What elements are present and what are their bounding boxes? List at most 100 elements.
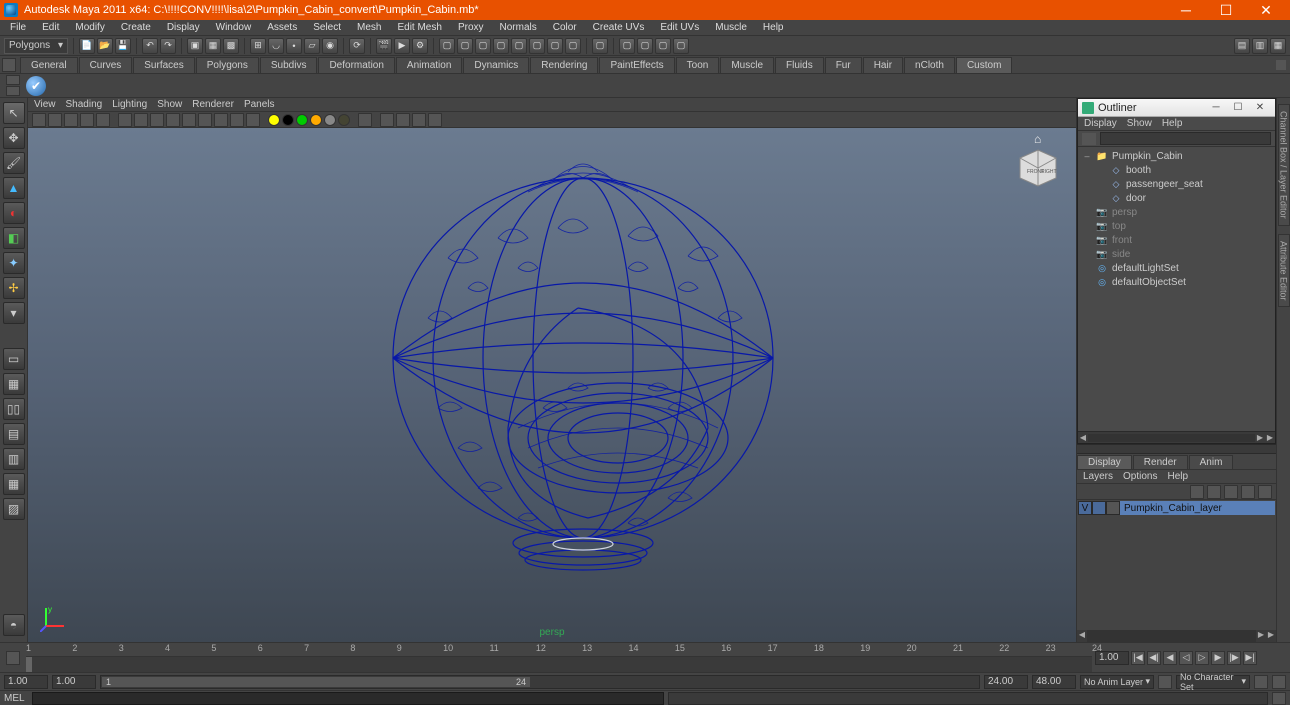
- layer-item-pumpkin_cabin_layer[interactable]: VPumpkin_Cabin_layer: [1078, 501, 1275, 515]
- vp-field-chart[interactable]: [182, 113, 196, 127]
- layer-new-empty-button[interactable]: [1224, 485, 1238, 499]
- hypershade-layout[interactable]: ▨: [3, 498, 25, 520]
- expand-icon[interactable]: –: [1082, 151, 1092, 161]
- vp-shadows[interactable]: [338, 114, 350, 126]
- layer-state-toggle[interactable]: [1092, 501, 1106, 515]
- mesh-wireframe[interactable]: [368, 148, 798, 598]
- outliner-maximize-button[interactable]: ☐: [1227, 101, 1249, 115]
- rotate-tool[interactable]: ◐: [3, 202, 25, 224]
- menu-display[interactable]: Display: [159, 21, 208, 34]
- vp-image-plane[interactable]: [80, 113, 94, 127]
- layer-menu-layers[interactable]: Layers: [1083, 471, 1113, 482]
- go-to-start-button[interactable]: |◀: [1131, 651, 1145, 665]
- layer-tab-anim[interactable]: Anim: [1189, 455, 1234, 469]
- shelf-tab-toon[interactable]: Toon: [676, 57, 720, 73]
- shelf-tab-polygons[interactable]: Polygons: [196, 57, 259, 73]
- vp-resolution-gate[interactable]: [150, 113, 164, 127]
- vp-renderer-toggle[interactable]: [412, 113, 426, 127]
- open-scene-button[interactable]: 📂: [97, 38, 113, 54]
- command-input[interactable]: [32, 692, 664, 705]
- panel-divider[interactable]: [1077, 444, 1276, 454]
- shelf-tab-down-button[interactable]: [6, 86, 20, 96]
- menu-muscle[interactable]: Muscle: [707, 21, 755, 34]
- undo-button[interactable]: ↶: [142, 38, 158, 54]
- play-back-button[interactable]: ◁: [1179, 651, 1193, 665]
- scroll-right-icon[interactable]: ▶: [1255, 433, 1265, 442]
- character-set-dropdown[interactable]: No Character Set▾: [1176, 675, 1250, 689]
- snap-plane-button[interactable]: ▱: [304, 38, 320, 54]
- scroll-left-icon[interactable]: ◀: [1077, 630, 1087, 642]
- outliner-node-pumpkin_cabin[interactable]: –📁Pumpkin_Cabin: [1078, 149, 1275, 163]
- new-scene-button[interactable]: 📄: [79, 38, 95, 54]
- construction-history-button[interactable]: ▢: [592, 38, 608, 54]
- layer-menu-options[interactable]: Options: [1123, 471, 1157, 482]
- save-scene-button[interactable]: 💾: [115, 38, 131, 54]
- go-to-end-button[interactable]: ▶|: [1243, 651, 1257, 665]
- layer-list[interactable]: VPumpkin_Cabin_layer: [1077, 500, 1276, 630]
- layer-visibility-toggle[interactable]: V: [1078, 501, 1092, 515]
- shelf-tab-dynamics[interactable]: Dynamics: [463, 57, 529, 73]
- menu-normals[interactable]: Normals: [492, 21, 545, 34]
- single-pane-layout[interactable]: ▭: [3, 348, 25, 370]
- input-mode-a-button[interactable]: ▢: [439, 38, 455, 54]
- outliner-node-front[interactable]: 📷front: [1078, 233, 1275, 247]
- four-pane-layout[interactable]: ▦: [3, 373, 25, 395]
- vp-light-flat[interactable]: [310, 114, 322, 126]
- snap-grid-button[interactable]: ⊞: [250, 38, 266, 54]
- render-globals-button[interactable]: ▢: [673, 38, 689, 54]
- vp-hq-toggle[interactable]: [428, 113, 442, 127]
- anim-layer-dropdown[interactable]: No Anim Layer▾: [1080, 675, 1154, 689]
- outliner-minimize-button[interactable]: ─: [1205, 101, 1227, 115]
- layer-menu-help[interactable]: Help: [1167, 471, 1188, 482]
- shelf-tab-animation[interactable]: Animation: [396, 57, 462, 73]
- outliner-search-input[interactable]: [1100, 132, 1271, 145]
- three-pane-layout[interactable]: ▥: [3, 448, 25, 470]
- outliner-persp-layout[interactable]: ▦: [3, 473, 25, 495]
- quick-render-button[interactable]: ▢: [619, 38, 635, 54]
- anim-layer-options-button[interactable]: [1158, 675, 1172, 689]
- vp-safe-action[interactable]: [198, 113, 212, 127]
- vp-light-selected[interactable]: [296, 114, 308, 126]
- step-back-key-button[interactable]: ◀|: [1147, 651, 1161, 665]
- menu-mesh[interactable]: Mesh: [349, 21, 389, 34]
- menu-help[interactable]: Help: [755, 21, 792, 34]
- channel-box-tab[interactable]: Channel Box / Layer Editor: [1278, 104, 1290, 226]
- snap-point-button[interactable]: •: [286, 38, 302, 54]
- shelf-tab-fur[interactable]: Fur: [825, 57, 862, 73]
- layer-delete-button[interactable]: [1258, 485, 1272, 499]
- scroll-right-icon[interactable]: ▶: [1256, 630, 1266, 642]
- outliner-node-defaultobjectset[interactable]: ◎defaultObjectSet: [1078, 275, 1275, 289]
- select-tool[interactable]: ↖: [3, 102, 25, 124]
- shelf-tab-custom[interactable]: Custom: [956, 57, 1012, 73]
- channel-box-toggle[interactable]: ▤: [1234, 38, 1250, 54]
- script-language-label[interactable]: MEL: [4, 693, 28, 704]
- shelf-menu-button[interactable]: [2, 58, 16, 72]
- shelf-tab-deformation[interactable]: Deformation: [318, 57, 394, 73]
- ipr-render-button[interactable]: ▶: [394, 38, 410, 54]
- mode-selector[interactable]: Polygons▾: [4, 38, 68, 54]
- viewport-menu-show[interactable]: Show: [157, 99, 182, 110]
- shelf-tab-hair[interactable]: Hair: [863, 57, 903, 73]
- shelf-tab-ncloth[interactable]: nCloth: [904, 57, 955, 73]
- scroll-right2-icon[interactable]: ▶: [1265, 433, 1275, 442]
- vp-2d-pan[interactable]: [96, 113, 110, 127]
- step-forward-button[interactable]: ▶: [1211, 651, 1225, 665]
- input-mode-g-button[interactable]: ▢: [547, 38, 563, 54]
- input-mode-c-button[interactable]: ▢: [475, 38, 491, 54]
- vp-camera-attrs[interactable]: [48, 113, 62, 127]
- step-back-button[interactable]: ◀: [1163, 651, 1177, 665]
- vp-film-gate[interactable]: [134, 113, 148, 127]
- outliner-tree[interactable]: –📁Pumpkin_Cabin◇booth◇passengeer_seat◇do…: [1078, 147, 1275, 431]
- outliner-node-persp[interactable]: 📷persp: [1078, 205, 1275, 219]
- vp-select-camera[interactable]: [32, 113, 46, 127]
- two-pane-stack-layout[interactable]: ▤: [3, 423, 25, 445]
- timeline-current-marker[interactable]: [26, 657, 32, 672]
- vp-wireframe[interactable]: [230, 113, 244, 127]
- snap-live-button[interactable]: ◉: [322, 38, 338, 54]
- range-end-outer-field[interactable]: 48.00: [1032, 675, 1076, 689]
- attribute-editor-toggle[interactable]: ▦: [1270, 38, 1286, 54]
- hypershade-button[interactable]: ▢: [655, 38, 671, 54]
- vp-xray-button[interactable]: [380, 113, 394, 127]
- vp-gate-mask[interactable]: [166, 113, 180, 127]
- range-slider-thumb[interactable]: 1 24: [102, 677, 530, 687]
